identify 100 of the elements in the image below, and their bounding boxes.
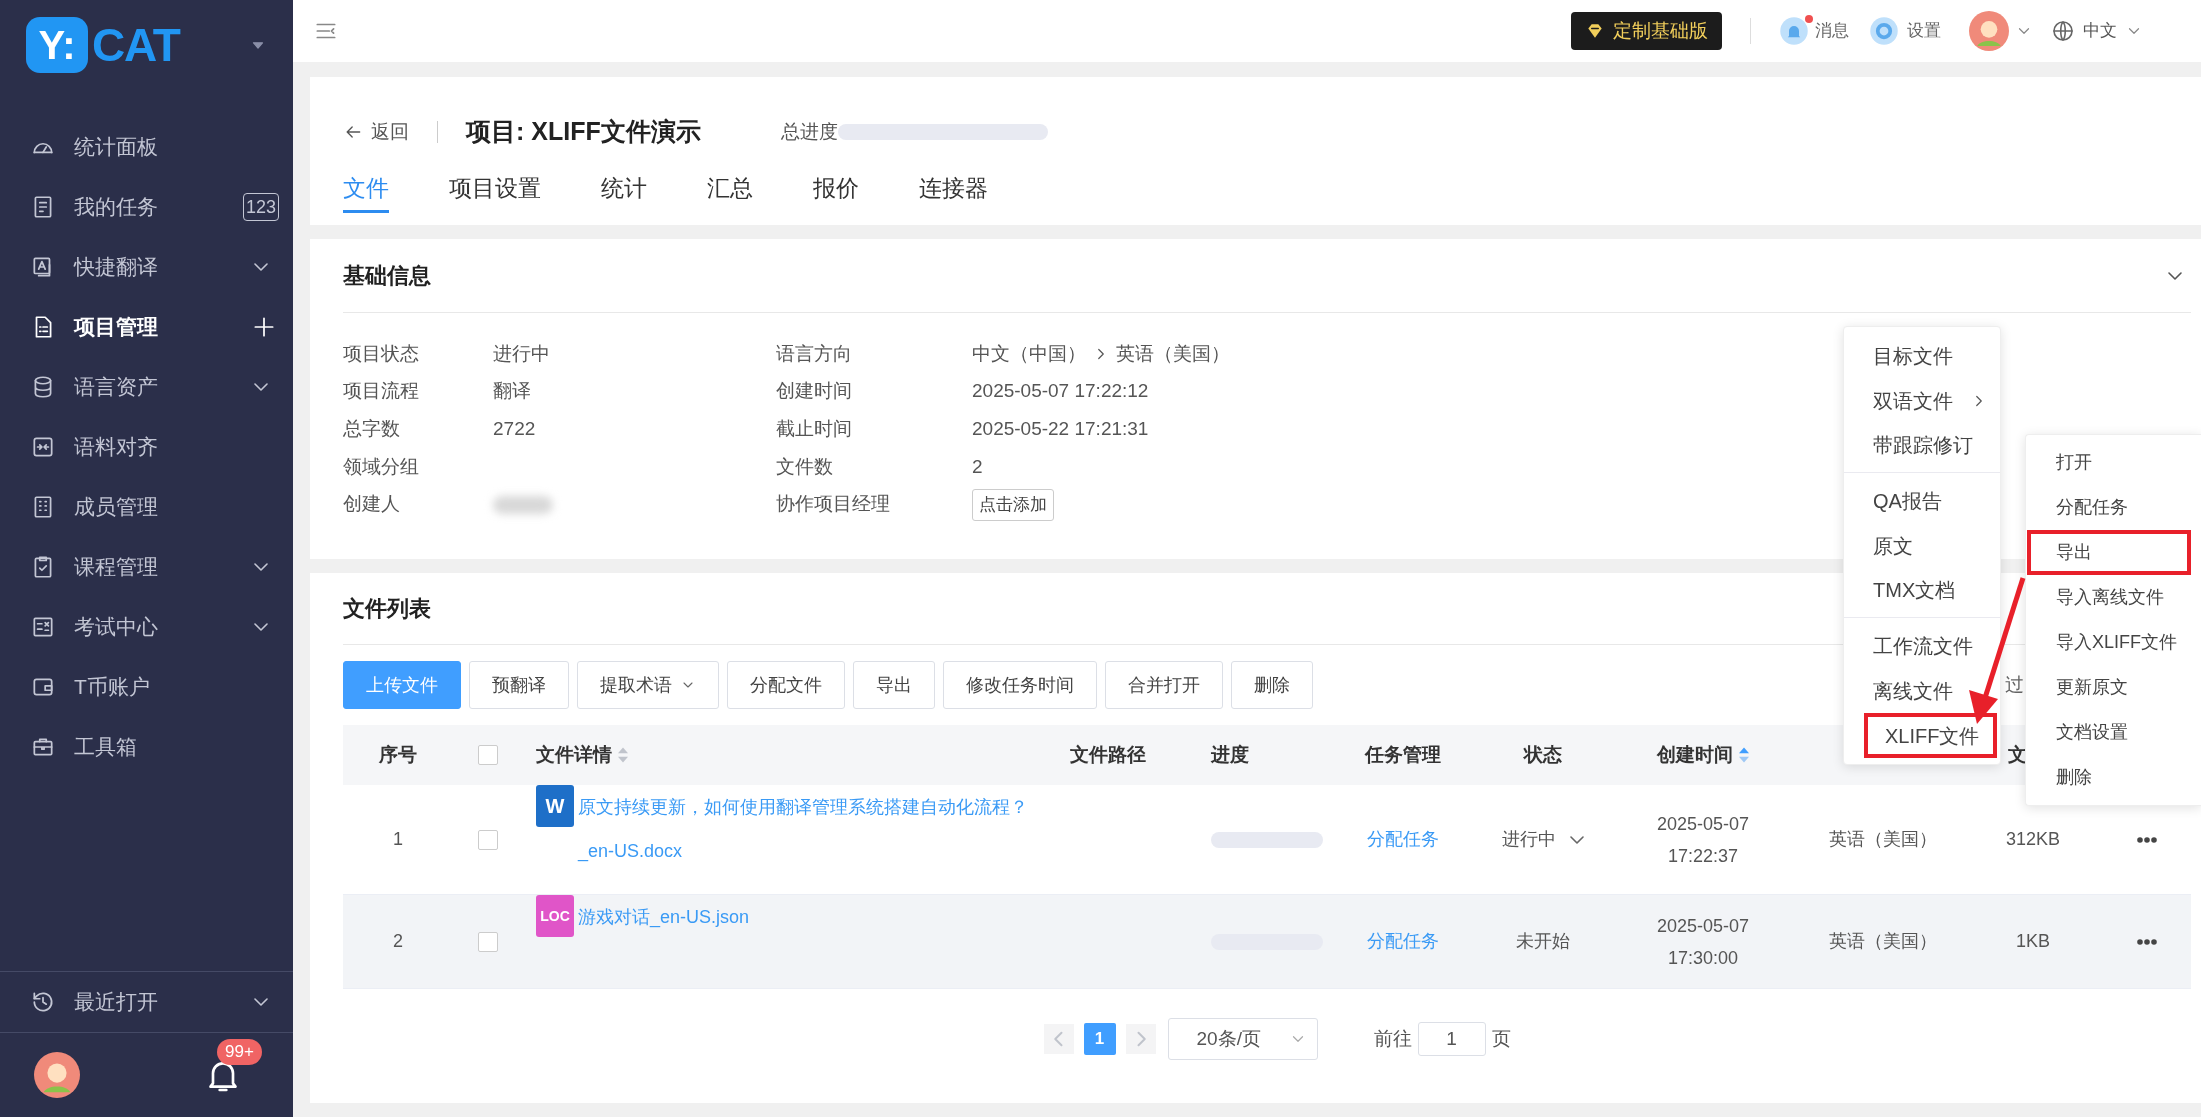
sidebar-item[interactable]: 快捷翻译 [0,237,293,297]
checkbox[interactable] [478,829,498,850]
page-size-select[interactable]: 20条/页 [1167,1018,1318,1060]
messages-button[interactable]: 消息 [1779,16,1849,46]
checkbox[interactable] [478,931,498,952]
plan-button[interactable]: 定制基础版 [1571,12,1722,50]
table-cell-text: 2025-05-07 [1656,812,1750,836]
column-header: 文件详情 [536,742,612,767]
notification-badge: 99+ [217,1039,262,1065]
column-header: 创建时间 [1657,742,1733,767]
field-label: 文件数 [776,454,834,479]
toolbar-button[interactable]: 合并打开 [1105,661,1223,709]
field-label: 语言方向 [776,341,853,366]
menu-item[interactable]: 分配任务 [2026,485,2201,530]
tab[interactable]: 连接器 [919,167,988,213]
avatar-icon[interactable] [34,1052,80,1098]
sort-icon[interactable] [1739,747,1749,763]
partial-text: 过 [2005,672,2024,697]
dropdown-button[interactable]: 提取术语 [577,661,719,709]
table-cell-text: 英语（美国） [1829,930,1937,953]
field-label: 领域分组 [343,454,420,479]
menu-item[interactable]: 工作流文件 [1844,623,2000,668]
toolbar-button[interactable]: 删除 [1231,661,1313,709]
recent-item[interactable]: 最近打开 [0,971,293,1033]
table-cell-text: 17:30:00 [1667,946,1739,970]
column-header: 序号 [379,742,417,767]
field-label: 项目流程 [343,379,420,404]
table-cell-text: 2025-05-07 [1656,914,1750,938]
menu-item[interactable]: 导入离线文件 [2026,575,2201,620]
field-value: 中文（中国） [972,341,1086,366]
sidebar-item[interactable]: 成员管理 [0,477,293,537]
back-button[interactable]: 返回 [343,117,409,147]
tab[interactable]: 报价 [813,167,859,213]
field-label: 总字数 [343,416,401,441]
menu-item[interactable]: 目标文件 [1844,333,2000,378]
chevron-down-icon [1570,835,1584,844]
sidebar-item[interactable]: 考试中心 [0,597,293,657]
menu-item[interactable]: 文档设置 [2026,710,2201,755]
add-button[interactable]: 点击添加 [972,488,1054,521]
column-header: 任务管理 [1365,742,1441,767]
toolbar-button[interactable]: 分配文件 [727,661,845,709]
menu-item[interactable]: 打开 [2026,440,2201,485]
tab[interactable]: 统计 [601,167,647,213]
menu-item[interactable]: QA报告 [1844,478,2000,523]
exam-icon [30,614,56,640]
page-input[interactable]: 1 [1417,1022,1486,1056]
section-title: 基础信息 [343,262,431,290]
toolbar-button[interactable]: 预翻译 [469,661,569,709]
table-cell-text: 312KB [2005,828,2060,851]
section-title: 文件列表 [343,595,431,623]
align-icon [30,434,56,460]
field-value: 2025-05-22 17:21:31 [972,416,1149,441]
field-value: 2722 [493,416,536,441]
field-label: 项目状态 [343,341,420,366]
menu-item[interactable]: 更新原文 [2026,665,2201,710]
toolbar-button[interactable]: 修改任务时间 [943,661,1097,709]
column-header: 文 [2008,742,2027,767]
count-badge: 123 [242,193,279,221]
field-value: 翻译 [493,379,531,404]
field-label: 截止时间 [776,416,853,441]
menu-item[interactable]: 导入XLIFF文件 [2026,620,2201,665]
field-value: 进行中 [493,341,550,366]
page-unit: 页 [1491,1026,1511,1051]
sidebar-item[interactable]: T币账户 [0,657,293,717]
sidebar-item[interactable]: 我的任务 123 [0,177,293,237]
history-icon [30,989,56,1015]
checkbox[interactable] [478,745,498,765]
status-dropdown[interactable]: 进行中 [1502,826,1584,853]
toolbar-button[interactable]: 导出 [853,661,935,709]
language-button[interactable]: 中文 [2051,18,2143,44]
status-text: 未开始 [1516,930,1570,953]
project-title: 项目: XLIFF文件演示 [466,116,701,148]
table-cell-text: 1 [393,828,403,851]
settings-button[interactable]: 设置 [1869,16,1941,46]
sidebar-item[interactable]: 工具箱 [0,717,293,777]
tab[interactable]: 汇总 [707,167,753,213]
table-cell-text: 1KB [2016,930,2050,953]
column-header: 进度 [1211,742,1249,767]
tab[interactable]: 项目设置 [449,167,541,213]
file-icon: LOC [536,895,574,937]
sidebar-item[interactable]: 项目管理 [0,297,293,357]
field-label: 创建时间 [776,379,853,404]
menu-item[interactable]: TMX文档 [1844,568,2000,618]
logo-text: CAT [92,22,180,68]
menu-item[interactable]: 原文 [1844,523,2000,568]
field-value: 2 [972,454,983,479]
sidebar-item[interactable]: 语言资产 [0,357,293,417]
menu-item[interactable]: XLIFF文件 [1864,713,1997,758]
sidebar-item[interactable]: 语料对齐 [0,417,293,477]
menu-item[interactable]: 带跟踪修订 [1844,423,2000,473]
field-label: 协作项目经理 [776,492,891,517]
bell-icon [1779,16,1809,46]
progress-label: 总进度 [780,119,838,144]
menu-item[interactable]: 双语文件 [1844,378,2000,423]
menu-item[interactable]: 导出 [2027,530,2191,575]
menu-item[interactable]: 离线文件 [1844,668,2000,713]
sidebar-item[interactable]: 课程管理 [0,537,293,597]
sidebar-item[interactable]: 统计面板 [0,117,293,177]
menu-item[interactable]: 删除 [2026,755,2201,800]
table-cell-text: 英语（美国） [1829,828,1937,851]
